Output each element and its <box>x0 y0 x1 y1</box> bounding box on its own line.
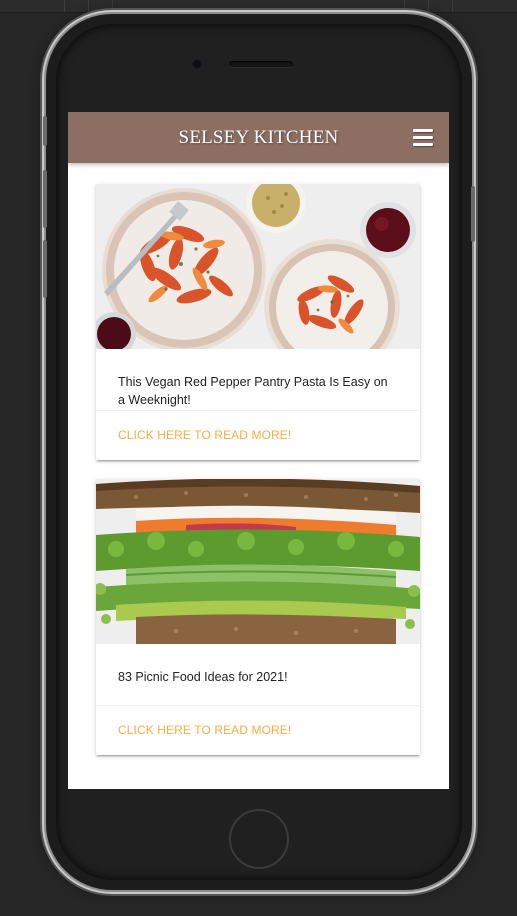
sandwich-image[interactable] <box>96 479 420 644</box>
strip-divider <box>404 0 405 12</box>
editor-top-strip <box>0 0 517 13</box>
strip-divider <box>452 0 453 12</box>
power-button <box>471 186 475 242</box>
brand-title[interactable]: SELSEY KITCHEN <box>68 112 449 163</box>
strip-divider <box>88 0 89 12</box>
read-more-link[interactable]: CLICK HERE TO READ MORE! <box>118 723 291 737</box>
mute-switch <box>43 116 47 146</box>
volume-down-button <box>43 240 47 298</box>
strip-divider <box>428 0 429 12</box>
card-title: This Vegan Red Pepper Pantry Pasta Is Ea… <box>118 375 388 407</box>
hamburger-menu-icon[interactable] <box>413 129 433 147</box>
article-card: This Vegan Red Pepper Pantry Pasta Is Ea… <box>96 184 420 460</box>
card-title: 83 Picnic Food Ideas for 2021! <box>118 670 288 684</box>
pasta-image[interactable] <box>96 184 420 349</box>
article-card: 83 Picnic Food Ideas for 2021! CLICK HER… <box>96 479 420 755</box>
volume-up-button <box>43 170 47 228</box>
read-more-link[interactable]: CLICK HERE TO READ MORE! <box>118 428 291 442</box>
navbar: SELSEY KITCHEN <box>68 112 449 163</box>
strip-divider <box>112 0 113 12</box>
earpiece-speaker <box>229 61 293 67</box>
card-divider <box>96 410 420 411</box>
phone-screen: SELSEY KITCHEN This Vegan Red Pepper Pan… <box>68 112 449 789</box>
card-divider <box>96 705 420 706</box>
front-camera <box>192 59 202 69</box>
strip-divider <box>64 0 65 12</box>
home-button[interactable] <box>229 809 289 869</box>
